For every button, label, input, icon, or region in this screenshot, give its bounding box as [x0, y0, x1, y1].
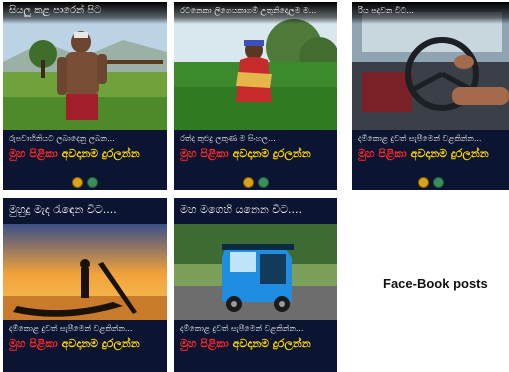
brand-left: මුහ පිළිකා [9, 337, 58, 350]
program-logo-icon [87, 176, 98, 188]
post-slogan: දම්කොළ දුවත් සැපීමෙන් වළකින්න... [9, 324, 133, 333]
post-footer [3, 174, 167, 190]
ministry-seal-icon [417, 176, 429, 188]
post-slogan: රුපවාහිනියට ලබාදෙනු ලබන... [9, 134, 115, 143]
program-logo-icon [432, 176, 444, 188]
post-text-panel: දම්කොළ දුවත් සැපීමෙන් වළකින්න... මුහ පිළ… [174, 320, 337, 372]
ministry-seal-icon [242, 176, 254, 188]
brand-left: මුහ පිළිකා [358, 147, 407, 160]
brand-left: මුහ පිළිකා [180, 147, 229, 160]
facebook-post-fisherman: මුහුදු මැද රැඳෙන විට.... දම්කොළ දුවත් සැ… [3, 198, 167, 372]
facebook-post-tuktuk: මහ මගෙහි යනෙන විට.... දම්කොළ දුවත් සැපීම… [174, 198, 337, 372]
post-title: රිය පදවන විට... [352, 2, 509, 24]
tuktuk-photo [174, 224, 337, 324]
ministry-seal-icon [72, 176, 83, 188]
brand-right: අවදානම දුරලන්න [410, 147, 489, 160]
brand-right: අවදානම දුරලන්න [232, 337, 311, 350]
brand-right: අවදානම දුරලන්න [232, 147, 311, 160]
post-footer [174, 174, 337, 190]
post-brand: මුහ පිළිකා අවදානම දුරලන්න [9, 337, 165, 351]
post-text-panel: රුපවාහිනියට ලබාදෙනු ලබන... මුහ පිළිකා අව… [3, 130, 167, 190]
facebook-post-farmer: සියලු කළ පාරෙන් පිට රුපවාහිනියට ලබාදෙනු … [3, 2, 167, 190]
facebook-post-tea-plucker: රටනෙකා ලිගෙයකාගම් උතුනිදොලම ම... රත්ද කු… [174, 2, 337, 190]
program-logo-icon [257, 176, 269, 188]
post-slogan: දම්කොළ දුවත් සැපීමෙන් වළකින්න... [358, 134, 482, 143]
brand-right: අවදානම දුරලන්න [61, 337, 140, 350]
post-slogan: රත්ද කුළුදු ලකුණ ම සිංහල... [180, 134, 276, 143]
fisherman-photo [3, 224, 167, 324]
brand-left: මුහ පිළිකා [180, 337, 229, 350]
post-text-panel: දම්කොළ දුවත් සැපීමෙන් වළකින්න... මුහ පිළ… [3, 320, 167, 372]
post-footer [352, 174, 509, 190]
post-title: මහ මගෙහි යනෙන විට.... [174, 198, 337, 224]
post-brand: මුහ පිළිකා අවදානම දුරලන්න [358, 147, 507, 161]
figure-caption: Face-Book posts [383, 276, 488, 291]
facebook-post-driver: රිය පදවන විට... දම්කොළ දුවත් සැපීමෙන් වළ… [352, 2, 509, 190]
post-brand: මුහ පිළිකා අවදානම දුරලන්න [180, 147, 335, 161]
post-brand: මුහ පිළිකා අවදානම දුරලන්න [9, 147, 165, 161]
brand-left: මුහ පිළිකා [9, 147, 58, 160]
post-text-panel: රත්ද කුළුදු ලකුණ ම සිංහල... මුහ පිළිකා අ… [174, 130, 337, 190]
post-brand: මුහ පිළිකා අවදානම දුරලන්න [180, 337, 335, 351]
post-title: මුහුදු මැද රැඳෙන විට.... [3, 198, 167, 224]
post-title: සියලු කළ පාරෙන් පිට [3, 2, 167, 24]
post-title: රටනෙකා ලිගෙයකාගම් උතුනිදොලම ම... [174, 2, 337, 24]
post-slogan: දම්කොළ දුවත් සැපීමෙන් වළකින්න... [180, 324, 304, 333]
brand-right: අවදානම දුරලන්න [61, 147, 140, 160]
post-text-panel: දම්කොළ දුවත් සැපීමෙන් වළකින්න... මුහ පිළ… [352, 130, 509, 190]
